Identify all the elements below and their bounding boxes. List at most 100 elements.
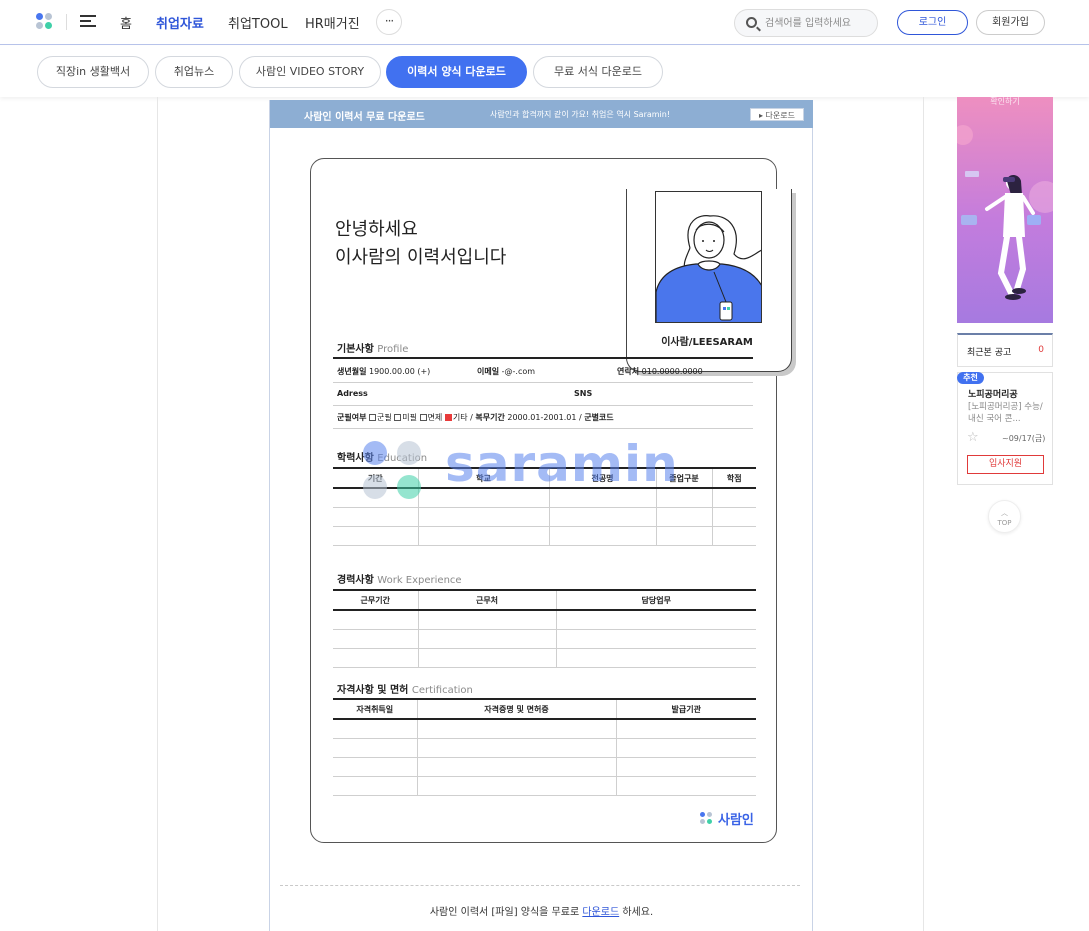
section-work-en: Work Experience [377,575,462,586]
job-deadline: ~09/17(금) [1002,434,1046,443]
search-icon [746,17,757,28]
top-header: 홈 취업자료 취업TOOL HR매거진 ··· 로그인 회원가입 [0,0,1089,45]
resume-panel: 사람인 이력서 무료 다운로드 사람인과 합격까지 같이 가요! 취업은 역시 … [269,100,813,931]
military-field: 군필여부 군필 미필 면제 기타 / 복무기간 2000.01-2001.01 … [337,413,614,422]
table-row [333,776,756,796]
company-name[interactable]: 노피공머리공 [968,387,1018,400]
section-education-label: 학력사항 [337,453,374,464]
table-row [333,629,756,649]
section-work-label: 경력사항 [337,575,374,586]
section-work-title: 경력사항 Work Experience [337,571,462,586]
login-button[interactable]: 로그인 [897,10,968,35]
column-header: 학교 [417,467,549,489]
table-row [333,757,756,777]
search-box[interactable] [734,9,878,37]
job-description[interactable]: [노피공머리공] 수능/내신 국어 콘... [968,401,1050,425]
scroll-top-button[interactable]: ︿ TOP [988,500,1021,533]
table-row [333,507,756,527]
recently-viewed-jobs[interactable]: 최근본 공고 0 [957,333,1053,367]
resume-preview-card: 안녕하세요 이사람의 이력서입니다 이사람/LEESARAM 기본사항 Prof… [310,158,792,843]
education-table: 기간 학교 전공명 졸업구분 학점 [333,467,756,546]
table-row [333,488,756,508]
sub-navigation: 직장in 생활백서 취업뉴스 사람인 VIDEO STORY 이력서 양식 다운… [0,46,1089,97]
table-row [333,719,756,739]
sidebar-ad-banner[interactable]: 확인하기 [957,97,1053,323]
signup-button[interactable]: 회원가입 [976,10,1045,35]
tab-resume-download[interactable]: 이력서 양식 다운로드 [386,56,527,88]
banner-download-button[interactable]: ▸ 다운로드 [750,108,804,121]
cert-table: 자격취득일 자격증명 및 면허증 발급기관 [333,698,756,796]
ad-caption: 확인하기 [990,97,1020,106]
column-header: 전공명 [548,467,656,489]
nav-hr-magazine[interactable]: HR매거진 [305,13,360,32]
recent-label: 최근본 공고 [967,348,1012,358]
nav-job-resources[interactable]: 취업자료 [156,13,204,32]
military-opt-3: 면제 [427,413,443,422]
table-row [333,526,756,546]
tab-office-life[interactable]: 직장in 생활백서 [37,56,149,88]
tab-free-forms[interactable]: 무료 서식 다운로드 [533,56,663,88]
section-cert-title: 자격사항 및 면허 Certification [337,681,473,696]
military-opt-1: 군필 [377,413,392,422]
notice-text-before: 사람인 이력서 [파일] 양식을 무료로 [429,907,580,918]
greeting-line-2: 이사람의 이력서입니다 [335,247,507,268]
tab-job-news[interactable]: 취업뉴스 [155,56,233,88]
section-cert-label: 자격사항 및 면허 [337,685,409,696]
notice-text-after: 하세요. [622,907,654,918]
sns-field: SNS [574,389,592,398]
checkbox-icon [369,414,376,421]
apply-button[interactable]: 입사지원 [967,455,1044,474]
divider [280,885,800,886]
divider [66,14,67,30]
section-profile-title: 기본사항 Profile [337,340,408,355]
checked-checkbox-icon [444,414,452,421]
recommend-badge: 추천 [957,372,984,384]
top-label: TOP [997,519,1012,527]
table-header-row: 자격취득일 자격증명 및 면허증 발급기관 [333,698,756,720]
checkbox-icon [394,414,402,421]
sns-label: SNS [574,389,593,398]
banner-subtitle: 사람인과 합격까지 같이 가요! 취업은 역시 Saramin! [490,110,671,119]
column-header: 기간 [333,467,418,489]
nav-home[interactable]: 홈 [120,13,132,32]
table-header-row: 기간 학교 전공명 졸업구분 학점 [333,467,756,489]
service-value: 2000.01-2001.01 [507,413,577,422]
card-logo-text: 사람인 [718,813,754,828]
column-guide-left [157,97,158,931]
service-label: 복무기간 [475,413,505,422]
column-header: 발급기관 [615,698,756,720]
menu-icon[interactable] [80,15,96,28]
search-input[interactable] [765,15,873,31]
checkbox-icon [419,414,427,421]
star-icon[interactable]: ☆ [967,430,979,445]
greeting-line-1: 안녕하세요 [335,219,418,240]
banner-title: 사람인 이력서 무료 다운로드 [304,112,425,123]
column-header: 학점 [711,467,756,489]
birth-label: 생년월일 [337,367,367,376]
table-row [333,738,756,758]
divider [333,405,753,406]
work-table: 근무기간 근무처 담당업무 [333,589,756,668]
military-opt-4: 기타 [452,413,468,422]
column-header: 근무처 [417,589,556,611]
recent-count: 0 [1038,345,1044,355]
chevron-up-icon: ︿ [1001,509,1008,517]
photo-caption: 이사람/LEESARAM [661,337,753,348]
ad-illustration [957,125,1053,300]
section-education-en: Education [377,453,428,464]
section-profile-label: 기본사항 [337,344,374,355]
section-cert-en: Certification [411,685,473,696]
phone-value: 010.0000.0000 [641,367,703,376]
saramin-logo[interactable] [36,13,54,31]
military-label: 군필여부 [337,413,367,422]
more-menu-button[interactable]: ··· [376,9,402,35]
divider [333,428,753,429]
military-opt-2: 미필 [402,413,418,422]
recommended-job-card[interactable]: 추천 노피공머리공 [노피공머리공] 수능/내신 국어 콘... ☆ ~09/1… [957,372,1053,485]
photo-id-card: 이사람/LEESARAM [626,189,792,372]
section-profile-en: Profile [377,344,409,355]
tab-video-story[interactable]: 사람인 VIDEO STORY [239,56,381,88]
download-link[interactable]: 다운로드 [582,907,619,918]
birth-value: 1900.00.00 (+) [369,367,431,376]
nav-job-tool[interactable]: 취업TOOL [228,13,288,32]
